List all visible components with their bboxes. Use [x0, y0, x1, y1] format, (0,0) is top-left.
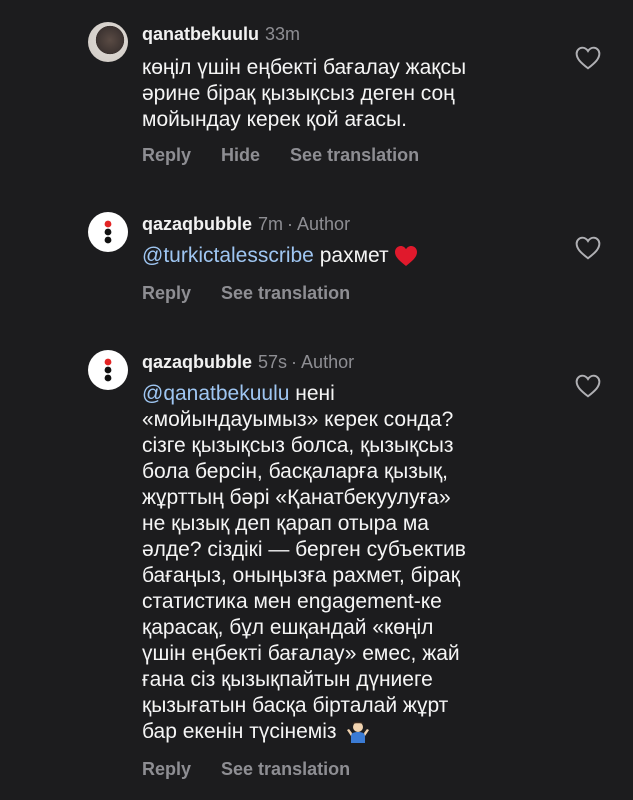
like-heart-icon[interactable]	[575, 46, 601, 70]
comment-username[interactable]: qanatbekuulu	[142, 24, 259, 44]
bubble-logo-icon	[104, 220, 112, 244]
comment-username[interactable]: qazaqbubble	[142, 352, 252, 372]
reply-button[interactable]: Reply	[142, 145, 191, 165]
avatar[interactable]	[88, 212, 128, 252]
like-heart-icon[interactable]	[575, 374, 601, 398]
see-translation-button[interactable]: See translation	[221, 759, 350, 779]
avatar[interactable]	[88, 350, 128, 390]
comment-text: @qanatbekuulu нені «мойындауымыз» керек …	[142, 382, 466, 744]
author-badge: Author	[297, 214, 351, 234]
bubble-logo-icon	[104, 358, 112, 382]
comment-username[interactable]: qazaqbubble	[142, 214, 252, 234]
author-badge: Author	[301, 352, 355, 372]
comment-time: 7m	[258, 214, 284, 234]
comment-time: 33m	[265, 24, 301, 44]
avatar[interactable]	[88, 22, 128, 62]
reply-button[interactable]: Reply	[142, 283, 191, 303]
mention-link[interactable]: @qanatbekuulu	[142, 382, 289, 405]
heart-emoji-icon	[395, 246, 418, 267]
hide-button[interactable]: Hide	[221, 145, 260, 165]
comment-text: көңіл үшін еңбекті бағалау жақсы әрине б…	[142, 56, 467, 131]
shrug-emoji-icon	[347, 722, 370, 744]
see-translation-button[interactable]: See translation	[221, 283, 350, 303]
comment-actions: Reply See translation	[142, 759, 380, 780]
comment-text: @turkictalesscribe рахмет	[142, 243, 542, 269]
comment-time: 57s	[258, 352, 288, 372]
see-translation-button[interactable]: See translation	[290, 145, 419, 165]
reply-button[interactable]: Reply	[142, 759, 191, 779]
comment-actions: Reply See translation	[142, 283, 380, 304]
like-heart-icon[interactable]	[575, 236, 601, 260]
mention-link[interactable]: @turkictalesscribe	[142, 244, 314, 267]
comment-actions: Reply Hide See translation	[142, 145, 449, 166]
